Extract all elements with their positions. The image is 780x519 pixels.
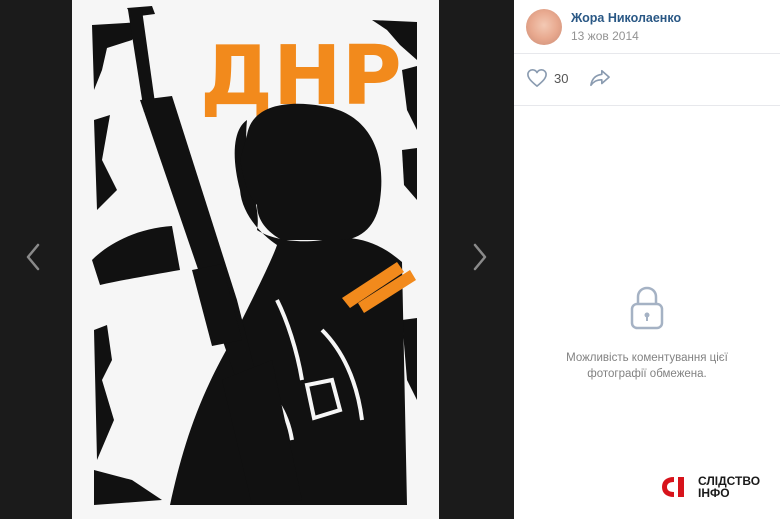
photo-viewer: ДНР (0, 0, 514, 519)
slidstvo-logo-icon (662, 477, 684, 497)
avatar[interactable] (526, 9, 562, 45)
post-actions: 30 (514, 54, 780, 106)
prev-photo-button[interactable] (16, 235, 50, 279)
heart-icon (527, 69, 547, 87)
comments-locked-indicator (514, 285, 780, 331)
chevron-right-icon (473, 243, 487, 271)
lock-icon (630, 286, 664, 330)
share-arrow-icon (590, 69, 610, 87)
post-date[interactable]: 13 жов 2014 (571, 29, 639, 43)
like-button[interactable]: 30 (526, 68, 568, 88)
author-name[interactable]: Жора Николаенко (571, 11, 681, 25)
photo[interactable]: ДНР (72, 0, 439, 519)
watermark: СЛІДСТВО ІНФО (660, 474, 760, 500)
watermark-line2: ІНФО (698, 486, 730, 500)
poster-image: ДНР (72, 0, 439, 519)
comments-closed-message: Можливість коментування цієї фотографії … (566, 352, 728, 380)
next-photo-button[interactable] (463, 235, 497, 279)
chevron-left-icon (26, 243, 40, 271)
share-button[interactable] (589, 68, 611, 93)
info-panel: Жора Николаенко 13 жов 2014 30 Можливіст… (514, 0, 780, 519)
like-count: 30 (554, 70, 569, 86)
post-author-header: Жора Николаенко 13 жов 2014 (514, 0, 780, 54)
watermark-text: СЛІДСТВО ІНФО (698, 475, 760, 499)
